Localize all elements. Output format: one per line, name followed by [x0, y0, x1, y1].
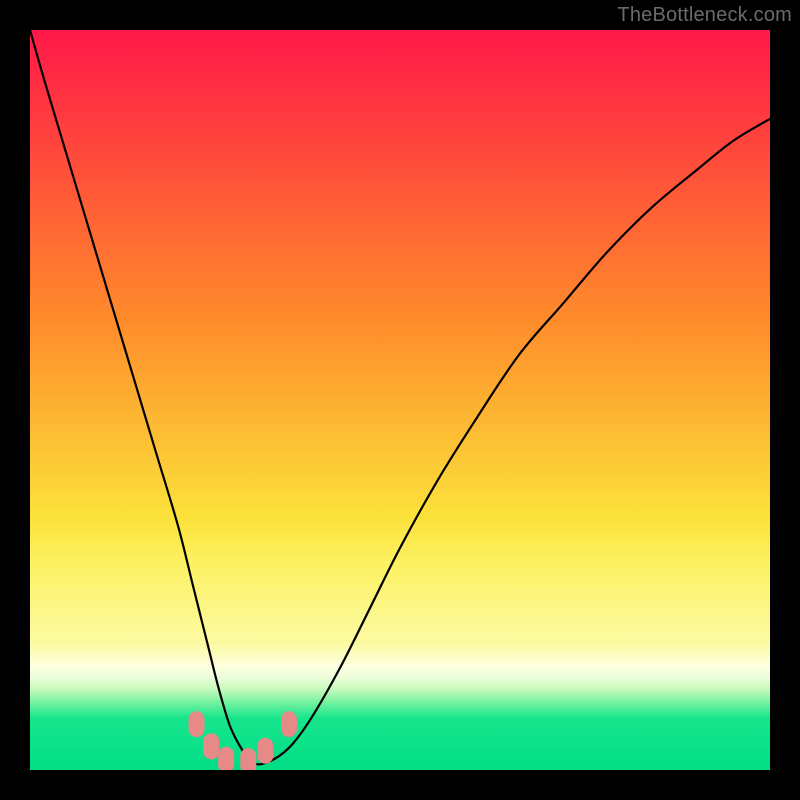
- marker-point: [218, 747, 234, 770]
- curve-markers: [189, 711, 298, 770]
- marker-point: [281, 711, 297, 737]
- plot-area: [30, 30, 770, 770]
- bottleneck-curve: [30, 30, 770, 770]
- chart-canvas: TheBottleneck.com: [0, 0, 800, 800]
- marker-point: [240, 748, 256, 770]
- marker-point: [189, 711, 205, 737]
- marker-point: [257, 738, 273, 764]
- watermark-text: TheBottleneck.com: [617, 4, 792, 27]
- curve-path: [30, 30, 770, 764]
- marker-point: [203, 733, 219, 759]
